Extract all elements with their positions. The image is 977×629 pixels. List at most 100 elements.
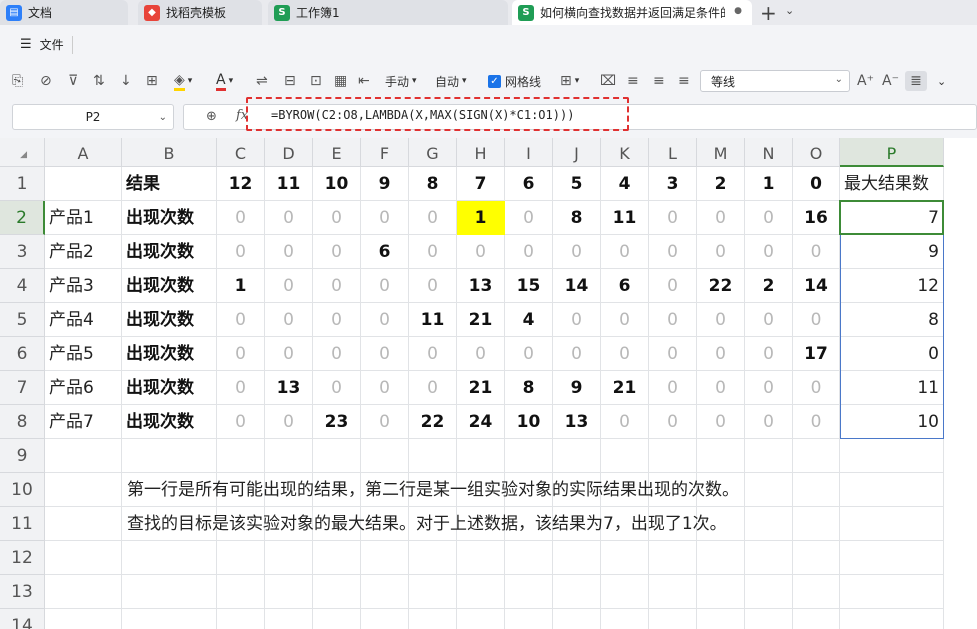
grid-cell[interactable] [553, 575, 601, 609]
sort-icon[interactable]: ⇅ [93, 71, 105, 91]
fill-color-icon[interactable]: ◈ ▾ [174, 71, 192, 91]
spreadsheet-grid[interactable]: ◢ A B C D E F G H I J K L M N O P 1 2 3 4 5 6 7 8 9 10 11 12 13 14 结果 1… [0, 138, 977, 629]
grid-cell[interactable] [122, 609, 217, 629]
count-cell[interactable]: 0 [697, 235, 745, 269]
grid-cell[interactable] [505, 541, 553, 575]
tab-workbook1[interactable]: S 工作簿1 [268, 0, 508, 25]
gridlines-toggle[interactable]: ✓ 网格线 [488, 71, 541, 91]
count-cell[interactable]: 0 [217, 303, 265, 337]
grid-cell[interactable] [265, 575, 313, 609]
count-cell[interactable]: 0 [313, 303, 361, 337]
count-cell[interactable]: 0 [409, 201, 457, 235]
grid-cell[interactable] [409, 439, 457, 473]
column-header[interactable]: J [553, 138, 601, 167]
grid-cell[interactable] [457, 609, 505, 629]
count-cell[interactable]: 14 [553, 269, 601, 303]
count-cell[interactable]: 0 [217, 371, 265, 405]
grid-cell[interactable] [361, 541, 409, 575]
count-cell[interactable]: 17 [793, 337, 840, 371]
count-cell[interactable]: 0 [553, 235, 601, 269]
result-value-cell[interactable]: 9 [361, 167, 409, 201]
result-value-cell[interactable]: 0 [793, 167, 840, 201]
count-cell[interactable]: 0 [697, 405, 745, 439]
row-header[interactable]: 9 [0, 439, 45, 473]
freeze-icon[interactable]: ⊞ ▾ [560, 71, 579, 91]
count-cell[interactable]: 22 [409, 405, 457, 439]
grid-cell[interactable] [505, 575, 553, 609]
product-name-cell[interactable]: 产品3 [45, 269, 122, 303]
max-result-cell[interactable]: 11 [840, 371, 944, 405]
center-icon[interactable]: ⊡ [310, 71, 322, 91]
count-label-cell[interactable]: 出现次数 [122, 371, 217, 405]
count-cell[interactable]: 0 [649, 371, 697, 405]
close-dot-icon[interactable]: ● [734, 6, 742, 16]
chevron-down-icon[interactable]: ⌄ [937, 71, 946, 91]
count-cell[interactable]: 0 [649, 337, 697, 371]
row-header[interactable]: 7 [0, 371, 45, 405]
count-cell[interactable]: 0 [265, 235, 313, 269]
column-header[interactable]: B [122, 138, 217, 167]
count-cell[interactable]: 16 [793, 201, 840, 235]
count-cell[interactable]: 1 [457, 201, 505, 235]
file-menu[interactable]: ☰ 文件 [20, 36, 64, 53]
column-header[interactable]: O [793, 138, 840, 167]
count-cell[interactable]: 0 [409, 371, 457, 405]
grid-cell[interactable] [697, 575, 745, 609]
column-header[interactable]: L [649, 138, 697, 167]
grid-cell[interactable] [745, 473, 793, 507]
new-tab-icon[interactable]: + [760, 1, 777, 25]
tab-docs[interactable]: ▤ 文档 [0, 0, 128, 25]
result-value-cell[interactable]: 12 [217, 167, 265, 201]
align-menu-icon[interactable]: ≣ [905, 71, 927, 91]
filter-icon[interactable]: ⊽ [68, 71, 78, 91]
count-label-cell[interactable]: 出现次数 [122, 201, 217, 235]
count-cell[interactable]: 0 [745, 371, 793, 405]
count-cell[interactable]: 22 [697, 269, 745, 303]
result-value-cell[interactable]: 11 [265, 167, 313, 201]
count-label-cell[interactable]: 出现次数 [122, 269, 217, 303]
count-cell[interactable]: 0 [313, 371, 361, 405]
column-header[interactable]: G [409, 138, 457, 167]
count-cell[interactable]: 0 [553, 337, 601, 371]
column-header[interactable]: N [745, 138, 793, 167]
count-cell[interactable]: 0 [601, 303, 649, 337]
column-header[interactable]: H [457, 138, 505, 167]
count-cell[interactable]: 0 [265, 303, 313, 337]
product-name-cell[interactable]: 产品6 [45, 371, 122, 405]
grid-cell[interactable] [313, 541, 361, 575]
result-header-cell[interactable]: 最大结果数 [840, 167, 944, 201]
header-label-cell[interactable]: 结果 [122, 167, 217, 201]
indent-icon[interactable]: ⇤ [358, 71, 370, 91]
count-cell[interactable]: 0 [265, 337, 313, 371]
count-cell[interactable]: 0 [601, 405, 649, 439]
count-cell[interactable]: 0 [649, 235, 697, 269]
count-cell[interactable]: 21 [601, 371, 649, 405]
grid-cell[interactable] [457, 541, 505, 575]
select-all-corner[interactable]: ◢ [0, 138, 45, 167]
grid-cell[interactable] [697, 541, 745, 575]
count-cell[interactable]: 0 [361, 303, 409, 337]
count-cell[interactable]: 0 [649, 201, 697, 235]
result-value-cell[interactable]: 6 [505, 167, 553, 201]
count-label-cell[interactable]: 出现次数 [122, 337, 217, 371]
row-header[interactable]: 3 [0, 235, 45, 269]
count-cell[interactable]: 0 [457, 337, 505, 371]
count-cell[interactable]: 0 [697, 303, 745, 337]
count-cell[interactable]: 0 [505, 337, 553, 371]
count-cell[interactable]: 0 [313, 201, 361, 235]
row-header[interactable]: 6 [0, 337, 45, 371]
count-cell[interactable]: 13 [265, 371, 313, 405]
count-cell[interactable]: 0 [265, 269, 313, 303]
result-value-cell[interactable]: 3 [649, 167, 697, 201]
count-cell[interactable]: 0 [649, 405, 697, 439]
grid-cell[interactable] [361, 439, 409, 473]
grid-cell[interactable] [217, 439, 265, 473]
count-cell[interactable]: 1 [217, 269, 265, 303]
grid-cell[interactable] [409, 575, 457, 609]
grid-cell[interactable] [45, 507, 122, 541]
count-cell[interactable]: 0 [745, 201, 793, 235]
grid-cell[interactable] [601, 541, 649, 575]
grid-cell[interactable] [840, 575, 944, 609]
row-header[interactable]: 8 [0, 405, 45, 439]
count-cell[interactable]: 13 [457, 269, 505, 303]
